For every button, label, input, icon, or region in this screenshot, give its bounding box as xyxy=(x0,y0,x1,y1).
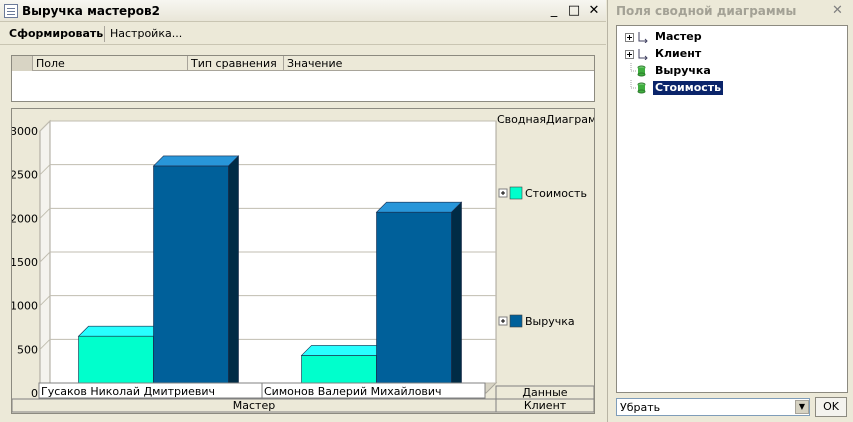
expand-icon[interactable] xyxy=(625,33,634,42)
column-header-comparison[interactable]: Тип сравнения xyxy=(187,56,283,71)
minimize-button[interactable]: _ xyxy=(546,3,562,19)
action-select-value: Убрать xyxy=(620,401,661,414)
panel-close-button[interactable]: ✕ xyxy=(832,3,843,18)
y-tick-label: 2000 xyxy=(12,212,38,225)
chart-canvas: 0 500 1000 1500 2000 2500 3000 Гусаков Николай … xyxy=(12,113,594,413)
legend-label: Стоимость xyxy=(525,187,587,200)
resource-icon xyxy=(637,82,646,94)
tree-connector xyxy=(630,63,637,72)
tree-rows: Мастер Клиент Выручка Стоимость xyxy=(617,26,847,392)
window-title: Выручка мастеров2 xyxy=(22,4,160,18)
bar-front xyxy=(376,211,452,394)
filter-table[interactable]: Поле Тип сравнения Значение xyxy=(11,55,595,102)
report-window: Выручка мастеров2 _ □ ✕ Сформировать Нас… xyxy=(0,0,606,422)
column-header-value[interactable]: Значение xyxy=(283,56,594,71)
tree-item-label: Выручка xyxy=(655,64,711,77)
y-tick-label: 0 xyxy=(31,387,38,400)
y-tick-label: 2500 xyxy=(12,169,38,182)
data-field-label: Данные xyxy=(522,386,567,399)
legend-swatch xyxy=(509,314,523,328)
close-button[interactable]: ✕ xyxy=(586,3,602,19)
toolbar-separator xyxy=(104,26,105,42)
y-tick-label: 1500 xyxy=(12,256,38,269)
dimension-icon xyxy=(638,32,648,43)
dimension-icon xyxy=(638,49,648,60)
tree-item-label: Мастер xyxy=(655,30,702,43)
legend-label: Выручка xyxy=(525,315,575,328)
pivot-chart[interactable]: 0 500 1000 1500 2000 2500 3000 Гусаков Николай … xyxy=(11,108,595,414)
bar-top xyxy=(300,345,388,356)
action-select[interactable]: Убрать ▼ xyxy=(616,398,810,416)
bar-top xyxy=(77,325,165,337)
chart-title: СводнаяДиаграм... xyxy=(497,113,594,126)
resource-icon xyxy=(637,65,646,77)
legend-swatch xyxy=(509,186,523,200)
filter-table-header: Поле Тип сравнения Значение xyxy=(12,56,594,71)
bar-front xyxy=(153,165,229,394)
generate-button[interactable]: Сформировать xyxy=(9,27,103,40)
tree-item-2[interactable]: Выручка xyxy=(621,63,841,80)
row-field-label: Мастер xyxy=(233,399,275,412)
chevron-down-icon[interactable]: ▼ xyxy=(795,400,809,414)
expand-icon[interactable] xyxy=(625,50,634,59)
report-icon xyxy=(4,4,18,18)
tree-item-label: Клиент xyxy=(655,47,702,60)
column-header-field[interactable]: Поле xyxy=(32,56,187,71)
series-field-label: Клиент xyxy=(524,399,567,412)
y-tick-label: 3000 xyxy=(12,125,38,138)
tree-item-0[interactable]: Мастер xyxy=(621,29,841,46)
tree-item-1[interactable]: Клиент xyxy=(621,46,841,63)
x-tick-label: Гусаков Николай Дмитриевич xyxy=(41,385,215,398)
report-titlebar[interactable]: Выручка мастеров2 _ □ ✕ xyxy=(0,0,606,22)
tree-connector xyxy=(630,80,637,89)
bar-side xyxy=(451,201,462,394)
toolbar: Сформировать Настройка... xyxy=(0,22,606,45)
bar-top xyxy=(375,201,463,213)
field-tree[interactable]: Мастер Клиент Выручка Стоимость xyxy=(616,25,848,393)
tree-item-label: Стоимость xyxy=(653,81,724,95)
panel-title: Поля сводной диаграммы xyxy=(616,4,797,18)
y-tick-label: 1000 xyxy=(12,300,38,313)
x-tick-label: Симонов Валерий Михайлович xyxy=(264,385,442,398)
settings-button[interactable]: Настройка... xyxy=(110,27,182,40)
tree-item-3[interactable]: Стоимость xyxy=(621,80,841,97)
maximize-button[interactable]: □ xyxy=(566,3,582,19)
y-tick-label: 500 xyxy=(17,343,38,356)
row-header-cell xyxy=(12,56,32,71)
bar-top xyxy=(152,155,240,167)
chart-fields-panel: Поля сводной диаграммы ✕ Мастер Клиент Выр… xyxy=(607,0,853,422)
bar-side xyxy=(228,155,239,394)
ok-button[interactable]: OK xyxy=(815,397,847,417)
